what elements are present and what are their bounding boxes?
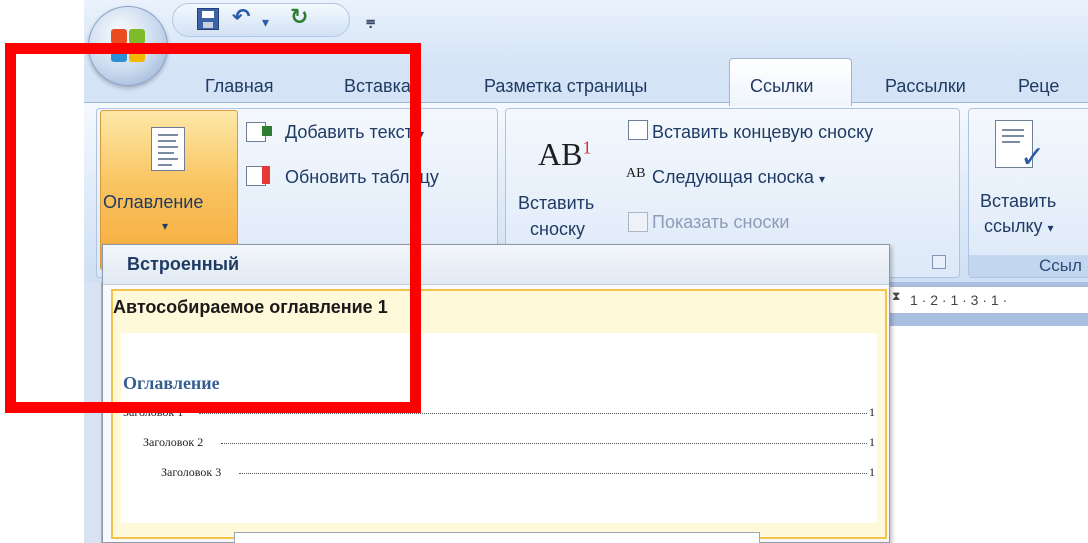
citations-group-label: Ссыл bbox=[969, 255, 1088, 277]
insert-citation-button[interactable]: ссылку ▾ bbox=[984, 215, 1054, 239]
indent-marker-icon[interactable]: ⧗ bbox=[892, 289, 904, 304]
insert-citation-label-2: ссылку bbox=[984, 216, 1043, 236]
document-page[interactable] bbox=[880, 326, 1088, 543]
customize-qat-icon[interactable]: ⩦ bbox=[366, 10, 375, 34]
insert-endnote-button[interactable]: Вставить концевую сноску bbox=[652, 121, 873, 143]
next-footnote-button[interactable]: Следующая сноска ▾ bbox=[652, 166, 825, 190]
preview-entry-1-page: 1 bbox=[869, 405, 875, 419]
show-notes-icon bbox=[628, 212, 648, 232]
preview-entry-3: Заголовок 3 bbox=[161, 465, 222, 479]
tab-page-layout[interactable]: Разметка страницы bbox=[484, 74, 647, 98]
insert-footnote-label-2: сноску bbox=[530, 219, 586, 239]
tab-review[interactable]: Реце bbox=[1018, 74, 1059, 98]
footnotes-dialog-launcher-icon[interactable] bbox=[932, 255, 946, 269]
preview-entry-2-page: 1 bbox=[869, 435, 875, 449]
preview-entry-2-leader bbox=[221, 443, 867, 444]
red-highlight-box bbox=[5, 43, 421, 413]
save-icon[interactable] bbox=[197, 8, 219, 30]
tab-references[interactable]: Ссылки bbox=[750, 74, 813, 98]
insert-citation-label-1[interactable]: Вставить bbox=[980, 190, 1056, 212]
checkmark-icon: ✓ bbox=[1020, 141, 1046, 174]
next-footnote-dropdown-icon: ▾ bbox=[818, 172, 825, 186]
insert-footnote-button[interactable]: AB1 Вставить сноску bbox=[512, 114, 614, 246]
insert-endnote-icon bbox=[628, 120, 648, 140]
insert-citation-dropdown-icon: ▾ bbox=[1047, 221, 1054, 235]
preview-entry-1-leader bbox=[199, 413, 867, 414]
insert-footnote-label-1: Вставить bbox=[518, 193, 595, 213]
preview-entry-3-leader bbox=[239, 473, 867, 474]
tab-mailings[interactable]: Рассылки bbox=[885, 74, 966, 98]
next-footnote-icon: AB bbox=[626, 166, 646, 181]
gallery-next-item-edge bbox=[234, 532, 760, 543]
undo-dropdown-icon[interactable]: ▾ bbox=[262, 10, 269, 34]
show-notes-button[interactable]: Показать сноски bbox=[652, 211, 789, 233]
ab-footnote-icon: AB bbox=[538, 136, 583, 172]
preview-entry-2: Заголовок 2 bbox=[143, 435, 204, 449]
next-footnote-label: Следующая сноска bbox=[652, 167, 814, 187]
ruler-ticks: 1 · 2 · 1 · 3 · 1 · bbox=[910, 292, 1008, 308]
redo-icon[interactable]: ↻ bbox=[290, 5, 308, 29]
footnote-superscript-icon: 1 bbox=[582, 137, 592, 158]
horizontal-ruler: ⧗ 1 · 2 · 1 · 3 · 1 · bbox=[890, 286, 1088, 314]
undo-icon[interactable]: ↶ bbox=[232, 5, 250, 29]
preview-entry-3-page: 1 bbox=[869, 465, 875, 479]
